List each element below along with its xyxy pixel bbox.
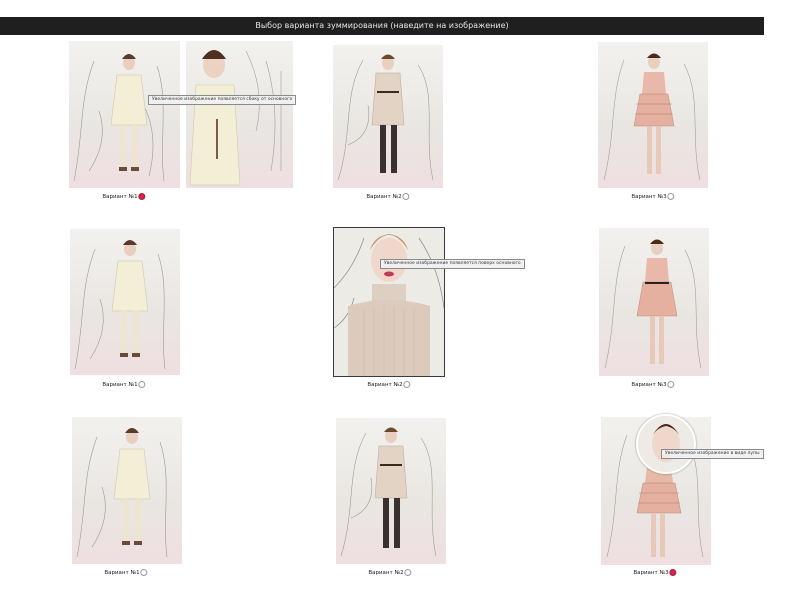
model-beige-dress-image xyxy=(337,54,434,181)
variant-radio[interactable] xyxy=(403,381,411,388)
model-cream-dress-image xyxy=(74,240,166,370)
zoom-preview-photo xyxy=(186,41,293,188)
model-beige-dress-image xyxy=(340,427,437,557)
variant-label: Вариант №2 xyxy=(367,382,403,388)
variant-caption[interactable]: Вариант №1 xyxy=(104,569,148,576)
variant-caption[interactable]: Вариант №3 xyxy=(631,381,675,388)
variant-caption[interactable]: Вариант №3 xyxy=(633,569,677,576)
model-photo[interactable] xyxy=(599,228,709,376)
page-title: Выбор варианта зуммирования (наведите на… xyxy=(255,21,509,30)
variant-caption[interactable]: Вариант №2 xyxy=(366,193,410,200)
page-header: Выбор варианта зуммирования (наведите на… xyxy=(0,17,764,35)
variant-radio[interactable] xyxy=(404,569,412,576)
model-closeup-image xyxy=(189,50,282,186)
model-photo[interactable] xyxy=(336,418,446,564)
variant-label: Вариант №3 xyxy=(633,570,669,576)
variant-radio[interactable] xyxy=(138,193,146,200)
variant-caption[interactable]: Вариант №2 xyxy=(368,569,412,576)
variant-caption[interactable]: Вариант №3 xyxy=(631,193,675,200)
zoomed-model-photo[interactable] xyxy=(333,227,445,377)
zoom-tooltip: Увеличенное изображение появляется сбоку… xyxy=(148,95,297,105)
variant-radio[interactable] xyxy=(667,381,675,388)
variant-radio[interactable] xyxy=(402,193,410,200)
variant-label: Вариант №3 xyxy=(631,194,667,200)
variant-caption[interactable]: Вариант №2 xyxy=(367,381,411,388)
magnifier-lens xyxy=(636,414,696,474)
model-cream-dress-image xyxy=(76,428,168,558)
variant-label: Вариант №1 xyxy=(102,194,138,200)
model-pink-dress-image xyxy=(604,239,702,369)
model-turtleneck-closeup-image xyxy=(334,228,444,376)
model-photo[interactable] xyxy=(72,417,182,564)
variant-label: Вариант №2 xyxy=(366,194,402,200)
zoom-tooltip: Увеличенное изображение в виде лупы xyxy=(661,449,764,459)
variant-caption[interactable]: Вариант №1 xyxy=(102,381,146,388)
variant-radio[interactable] xyxy=(669,569,677,576)
model-photo[interactable] xyxy=(70,229,180,375)
model-photo[interactable] xyxy=(69,41,180,188)
variant-radio[interactable] xyxy=(138,381,146,388)
variant-radio[interactable] xyxy=(140,569,148,576)
variant-label: Вариант №3 xyxy=(631,382,667,388)
model-photo[interactable] xyxy=(333,45,443,188)
variant-label: Вариант №1 xyxy=(104,570,140,576)
variant-label: Вариант №2 xyxy=(368,570,404,576)
variant-label: Вариант №1 xyxy=(102,382,138,388)
magnified-face-image xyxy=(638,416,694,472)
model-cream-dress-image xyxy=(73,54,165,182)
model-photo[interactable] xyxy=(598,42,708,188)
zoom-tooltip: Увеличенное изображение появляется повер… xyxy=(380,259,525,269)
model-pink-dress-image xyxy=(603,53,701,181)
variant-caption[interactable]: Вариант №1 xyxy=(102,193,146,200)
variant-radio[interactable] xyxy=(667,193,675,200)
